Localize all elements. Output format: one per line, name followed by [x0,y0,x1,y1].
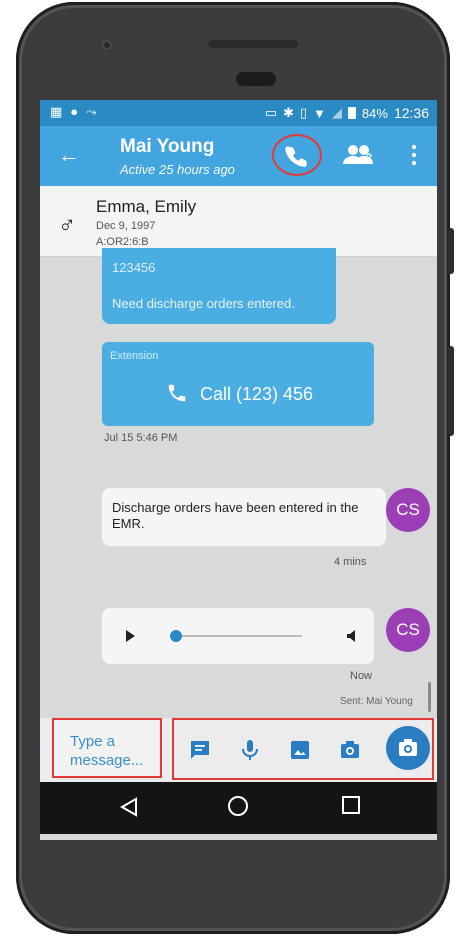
composer-bar: Type a message... [40,718,437,782]
status-bar: ▦ ● ⤳ ▭ ✱ ▯ ▼ ◢ 84% 12:36 [40,100,437,126]
play-icon[interactable] [126,630,135,642]
bluetooth-icon: ✱ [282,105,294,120]
microphone-icon[interactable] [238,738,262,762]
app-notification-icon: ▦ [50,104,63,119]
scrollbar[interactable] [428,682,431,712]
message-placeholder: Type a message... [70,733,144,769]
sent-by-label: Sent: Mai Young [340,696,413,707]
incoming-message-bubble: 123456 Need discharge orders entered. [102,248,336,324]
camera-icon [399,739,417,756]
patient-dob: Dec 9, 1997 [96,220,156,232]
quick-text-icon[interactable] [188,738,212,762]
capture-button[interactable] [386,726,430,770]
message-timestamp: Now [350,670,373,682]
back-arrow-icon[interactable]: ← [58,144,80,166]
call-extension-label: Call (123) 456 [200,384,314,404]
outgoing-message-bubble: Discharge orders have been entered in th… [102,488,386,546]
image-gallery-icon[interactable] [288,738,312,762]
message-text: 123456 [112,260,156,275]
extension-label: Extension [110,350,159,362]
message-text: Discharge orders have been entered in th… [112,500,359,531]
missed-call-icon: ⤳ [86,104,97,119]
front-camera [102,40,112,50]
status-system-icons: ▭ ✱ ▯ ▼ ◢ 84% 12:36 [265,105,429,121]
message-input[interactable]: Type a message... [52,718,162,778]
clock: 12:36 [393,105,429,121]
avatar[interactable]: CS [386,488,430,532]
earpiece-grille [208,40,298,48]
audio-seek-bar[interactable] [172,635,302,637]
power-button [448,228,454,274]
status-notification-icons: ▦ ● ⤳ [50,104,97,120]
signal-icon: ◢ [331,105,342,120]
phone-icon [168,384,186,402]
patient-header[interactable]: ♂ Emma, Emily Dec 9, 1997 A:OR2:6:B [40,186,437,257]
volume-icon[interactable] [346,629,358,643]
patient-name: Emma, Emily [96,197,197,216]
nav-back-icon[interactable] [118,796,140,818]
avatar[interactable]: CS [386,608,430,652]
system-nav-bar [40,782,437,834]
patient-location: A:OR2:6:B [96,236,149,248]
message-timestamp: 4 mins [334,556,367,568]
participants-icon[interactable] [340,140,378,170]
attachment-toolbar [172,718,434,780]
battery-icon [347,107,356,119]
nav-home-icon[interactable] [228,796,248,816]
phone-call-icon[interactable] [278,138,320,174]
nav-recents-icon[interactable] [342,796,360,814]
audio-seek-handle[interactable] [169,630,182,642]
extension-card[interactable]: Extension Call (123) 456 [102,342,374,426]
message-text: Need discharge orders entered. [112,296,295,311]
screen: ▦ ● ⤳ ▭ ✱ ▯ ▼ ◢ 84% 12:36 ← Mai Young Ac… [40,100,437,840]
camera-icon[interactable] [338,738,362,762]
android-icon: ● [70,104,79,119]
message-list[interactable]: 123456 Need discharge orders entered. Ex… [40,248,437,718]
participants-count: 2 [366,152,373,164]
presence-status: Active 25 hours ago [120,162,235,177]
audio-message-bubble [102,608,374,664]
volume-button [448,346,454,436]
conversation-title: Mai Young [120,136,215,157]
more-options-icon[interactable] [406,142,422,168]
male-gender-icon: ♂ [58,212,76,239]
wifi-icon: ▼ [313,105,326,121]
cast-icon: ▭ [264,105,277,120]
vibrate-icon: ▯ [299,105,308,120]
message-timestamp: Jul 15 5:46 PM [104,432,178,444]
battery-percent: 84% [361,105,388,121]
speaker-slot [236,72,276,86]
app-bar: ← Mai Young Active 25 hours ago 2 [40,126,437,186]
